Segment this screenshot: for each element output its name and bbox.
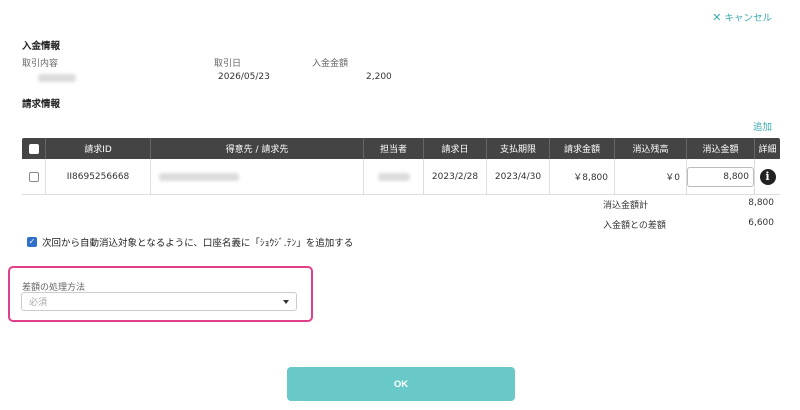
redacted-transaction bbox=[38, 74, 76, 82]
invoice-date: 2023/2/28 bbox=[424, 159, 487, 194]
amount-label: 入金金額 bbox=[312, 59, 349, 69]
total-clear-value: 8,800 bbox=[748, 198, 774, 208]
cancel-label: キャンセル bbox=[724, 13, 772, 24]
invoice-id: II8695256668 bbox=[46, 159, 151, 194]
select-all-checkbox[interactable] bbox=[28, 143, 39, 154]
billing-section-title: 請求情報 bbox=[22, 99, 61, 110]
caret-down-icon bbox=[283, 299, 289, 304]
customer-cell bbox=[151, 159, 364, 194]
balance: ￥0 bbox=[615, 159, 687, 194]
date-label: 取引日 bbox=[214, 59, 242, 69]
info-icon[interactable]: i bbox=[759, 168, 776, 185]
clear-amount-input[interactable]: 8,800 bbox=[687, 166, 754, 187]
header-detail: 詳細 bbox=[758, 145, 777, 155]
auto-clear-checkbox[interactable]: ✓ bbox=[27, 237, 37, 247]
table-row: II8695256668 2023/2/28 2023/4/30 ￥8,800 … bbox=[22, 159, 780, 195]
close-icon: ✕ bbox=[712, 10, 722, 24]
diff-method-select[interactable]: 必須 bbox=[21, 292, 297, 311]
due-date: 2023/4/30 bbox=[487, 159, 550, 194]
payment-amount: 2,200 bbox=[366, 72, 392, 82]
header-due-date: 支払期限 bbox=[487, 138, 550, 159]
total-clear-label: 消込金額計 bbox=[603, 201, 649, 211]
row-select[interactable] bbox=[22, 159, 46, 194]
row-checkbox[interactable] bbox=[28, 171, 39, 182]
ok-button[interactable]: OK bbox=[287, 367, 515, 401]
billing-table: 請求ID 得意先 / 請求先 担当者 請求日 支払期限 請求金額 消込残高 消込… bbox=[22, 138, 780, 195]
header-select-all[interactable] bbox=[22, 138, 46, 159]
header-balance: 消込残高 bbox=[615, 138, 687, 159]
header-invoice-id: 請求ID bbox=[46, 138, 151, 159]
header-customer: 得意先 / 請求先 bbox=[151, 138, 364, 159]
header-staff: 担当者 bbox=[364, 138, 424, 159]
transaction-label: 取引内容 bbox=[22, 59, 59, 69]
cancel-link[interactable]: ✕ キャンセル bbox=[712, 10, 772, 25]
diff-method-placeholder: 必須 bbox=[29, 298, 48, 308]
detail-cell: i bbox=[755, 159, 780, 194]
auto-clear-option[interactable]: ✓ 次回から自動消込対象となるように、口座名義に「ｼｮｳｼﾞ.ﾃﾝ」を追加する bbox=[27, 235, 353, 249]
difference-label: 入金額との差額 bbox=[603, 221, 666, 231]
staff-cell bbox=[364, 159, 424, 194]
difference-value: 6,600 bbox=[748, 218, 774, 228]
header-invoice-date: 請求日 bbox=[424, 138, 487, 159]
payment-section-title: 入金情報 bbox=[22, 41, 61, 52]
clear-amount-cell: 8,800 bbox=[687, 159, 755, 194]
header-invoice-amount: 請求金額 bbox=[550, 138, 615, 159]
invoice-amount: ￥8,800 bbox=[550, 159, 615, 194]
table-header: 請求ID 得意先 / 請求先 担当者 請求日 支払期限 請求金額 消込残高 消込… bbox=[22, 138, 780, 159]
header-clear-amount: 消込金額 bbox=[687, 138, 755, 159]
add-link[interactable]: 追加 bbox=[753, 119, 772, 133]
payment-date: 2026/05/23 bbox=[218, 72, 270, 82]
auto-clear-label: 次回から自動消込対象となるように、口座名義に「ｼｮｳｼﾞ.ﾃﾝ」を追加する bbox=[42, 238, 354, 249]
redacted-staff bbox=[377, 172, 410, 181]
redacted-customer bbox=[159, 172, 239, 181]
